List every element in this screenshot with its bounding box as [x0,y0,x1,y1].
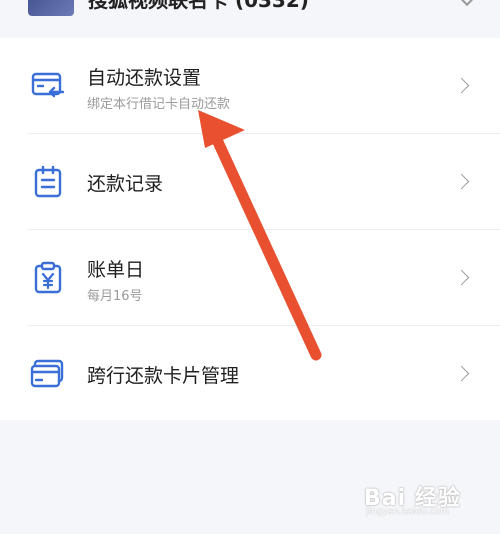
menu-item-subtitle: 每月16号 [87,289,143,304]
cards-icon [30,359,64,388]
chevron-right-icon [453,365,470,382]
card-title: 搜狐视频联名卡 (0332) [88,0,309,12]
card-transfer-icon [31,72,65,98]
chevron-right-icon [453,269,470,286]
menu-item-interbank-card-management[interactable]: 跨行还款卡片管理 [0,326,500,422]
menu-item-title: 账单日 [87,259,145,281]
menu-item-title: 自动还款设置 [87,67,202,89]
baidu-jingyan-watermark: Bai 经验 jingyan.baidu.com [360,478,480,522]
watermark-subtext: jingyan.baidu.com [366,507,450,517]
clipboard-icon [34,165,62,198]
menu-item-title: 跨行还款卡片管理 [87,365,240,387]
menu-item-title: 还款记录 [87,173,164,195]
chevron-right-icon [453,77,470,94]
top-card-header[interactable]: 搜狐视频联名卡 (0332) [0,0,500,24]
chevron-down-icon[interactable] [459,0,475,7]
menu-item-repay-records[interactable]: 还款记录 [0,134,500,230]
chevron-right-icon [453,173,470,190]
yuan-clipboard-icon [34,261,62,294]
menu-item-subtitle: 绑定本行借记卡自动还款 [87,97,231,112]
card-thumbnail [28,0,74,16]
menu-item-auto-repay-settings[interactable]: 自动还款设置 绑定本行借记卡自动还款 [0,38,500,134]
menu-item-statement-date[interactable]: 账单日 每月16号 [0,230,500,326]
menu-panel: 自动还款设置 绑定本行借记卡自动还款 还款记录 账单日 每月16号 跨行还款卡片… [0,38,500,420]
